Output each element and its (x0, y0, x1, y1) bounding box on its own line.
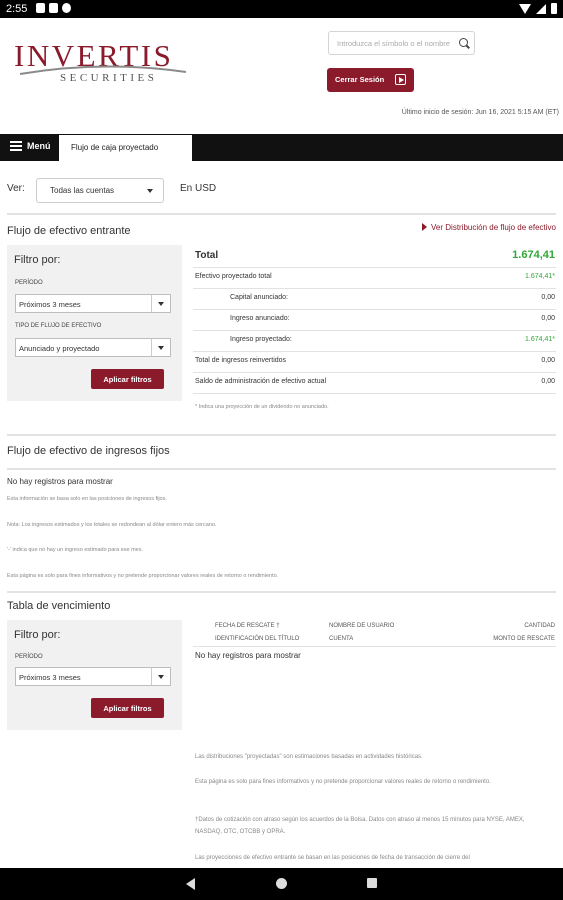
table-row: Ingreso anunciado: 0,00 (193, 310, 556, 331)
total-label: Total (195, 250, 219, 261)
note-text: Esta información se basa solo en las pos… (7, 496, 167, 502)
cash-flow-type-select[interactable]: Anunciado y proyectado (15, 338, 171, 357)
period-select-value: Próximos 3 meses (19, 673, 81, 682)
table-row: Total de ingresos reinvertidos 0,00 (193, 352, 556, 373)
clock: 2:55 (6, 3, 28, 15)
view-label: Ver: (7, 183, 25, 194)
period-label: PERÍODO (15, 654, 43, 660)
divider (7, 434, 556, 436)
incoming-totals-table: Total 1.674,41 Efectivo proyectado total… (193, 246, 556, 398)
invertis-logo[interactable]: INVERTIS SECURITIES (14, 38, 190, 90)
logout-icon (395, 74, 406, 85)
footnote: Las proyecciones de efectivo entrante se… (195, 855, 470, 861)
divider (7, 213, 556, 215)
filter-title: Filtro por: (14, 629, 61, 641)
search-icon[interactable] (459, 38, 468, 47)
search-input[interactable]: Introduzca el símbolo o el nombre (328, 31, 475, 55)
app-notification-icon (62, 3, 71, 13)
hamburger-icon (10, 141, 22, 151)
table-row: Ingreso proyectado: 1.674,41* (193, 331, 556, 352)
cash-flow-type-value: Anunciado y proyectado (19, 344, 100, 353)
divider (7, 591, 556, 593)
maturity-table-title: Tabla de vencimiento (7, 600, 111, 612)
signal-icon (536, 3, 546, 14)
column-header[interactable]: NOMBRE DE USUARIO (329, 623, 394, 629)
column-header[interactable]: MONTO DE RESCATE (493, 636, 555, 642)
fixed-income-title: Flujo de efectivo de ingresos fijos (7, 445, 170, 457)
period-label: PERÍODO (15, 280, 43, 286)
maturity-filter-panel: Filtro por: PERÍODO Próximos 3 meses Apl… (7, 620, 182, 730)
search-placeholder: Introduzca el símbolo o el nombre (337, 39, 450, 48)
recents-icon[interactable] (367, 878, 377, 888)
table-row: Efectivo proyectado total 1.674,41* (193, 268, 556, 289)
apply-filters-button[interactable]: Aplicar filtros (91, 698, 164, 718)
note-text: Nota: Los ingresos estimados y los total… (7, 522, 217, 528)
total-row: Total 1.674,41 (193, 246, 556, 268)
incoming-cash-flow-title: Flujo de efectivo entrante (7, 225, 131, 237)
period-select-value: Próximos 3 meses (19, 300, 81, 309)
empty-message: No hay registros para mostrar (195, 651, 301, 660)
clipboard-icon (49, 3, 58, 13)
home-icon[interactable] (276, 878, 287, 889)
table-row: Saldo de administración de efectivo actu… (193, 373, 556, 394)
period-select[interactable]: Próximos 3 meses (15, 294, 171, 313)
menu-label: Menú (27, 141, 51, 151)
cash-flow-type-label: TIPO DE FLUJO DE EFECTIVO (15, 323, 102, 329)
cash-flow-distribution-link[interactable]: Ver Distribución de flujo de efectivo (422, 223, 556, 232)
logo-subtitle: SECURITIES (60, 72, 158, 84)
note-text: Esta página es solo para fines informati… (7, 573, 279, 579)
column-header[interactable]: CUENTA (329, 636, 353, 642)
total-value: 1.674,41 (512, 249, 555, 261)
account-select[interactable]: Todas las cuentas (36, 178, 164, 203)
back-icon[interactable] (186, 878, 195, 890)
footnote: Las distribuciones "proyectadas" son est… (195, 754, 423, 760)
footnote: †Datos de cotización con atraso según lo… (195, 817, 525, 835)
chevron-down-icon (151, 339, 170, 356)
chevron-down-icon (151, 668, 170, 685)
chevron-down-icon (147, 189, 153, 193)
menu-button[interactable]: Menú (10, 141, 51, 151)
column-header[interactable]: FECHA DE RESCATE † (215, 623, 280, 629)
tab-projected-cash-flow[interactable]: Flujo de caja proyectado (59, 135, 192, 161)
footnote: Esta página es solo para fines informati… (195, 779, 491, 785)
column-header[interactable]: IDENTIFICACIÓN DEL TÍTULO (215, 636, 299, 642)
logout-button[interactable]: Cerrar Sesión (327, 68, 414, 92)
menu-bar: Menú Flujo de caja proyectado (0, 134, 563, 161)
dividend-footnote: * Indica una proyección de un dividendo … (195, 404, 329, 410)
android-nav-bar (0, 868, 563, 900)
table-row: Capital anunciado: 0,00 (193, 289, 556, 310)
account-select-value: Todas las cuentas (50, 186, 115, 195)
apply-filters-button[interactable]: Aplicar filtros (91, 369, 164, 389)
logout-label: Cerrar Sesión (335, 75, 385, 84)
empty-message: No hay registros para mostrar (7, 477, 113, 486)
divider (193, 646, 556, 647)
note-text: '-' indica que no hay un ingreso estimad… (7, 547, 144, 553)
last-login-text: Último inicio de sesión: Jun 16, 2021 5:… (401, 109, 559, 116)
notification-icon (36, 3, 45, 13)
distribution-link-label: Ver Distribución de flujo de efectivo (431, 223, 556, 232)
filter-title: Filtro por: (14, 254, 61, 266)
period-select[interactable]: Próximos 3 meses (15, 667, 171, 686)
column-header[interactable]: CANTIDAD (524, 623, 555, 629)
incoming-filter-panel: Filtro por: PERÍODO Próximos 3 meses TIP… (7, 245, 182, 401)
battery-icon (551, 3, 557, 14)
chevron-down-icon (151, 295, 170, 312)
arrow-right-icon (422, 223, 428, 231)
wifi-icon (519, 3, 531, 14)
status-bar: 2:55 (0, 0, 563, 18)
divider (7, 468, 556, 470)
currency-label: En USD (180, 183, 217, 194)
